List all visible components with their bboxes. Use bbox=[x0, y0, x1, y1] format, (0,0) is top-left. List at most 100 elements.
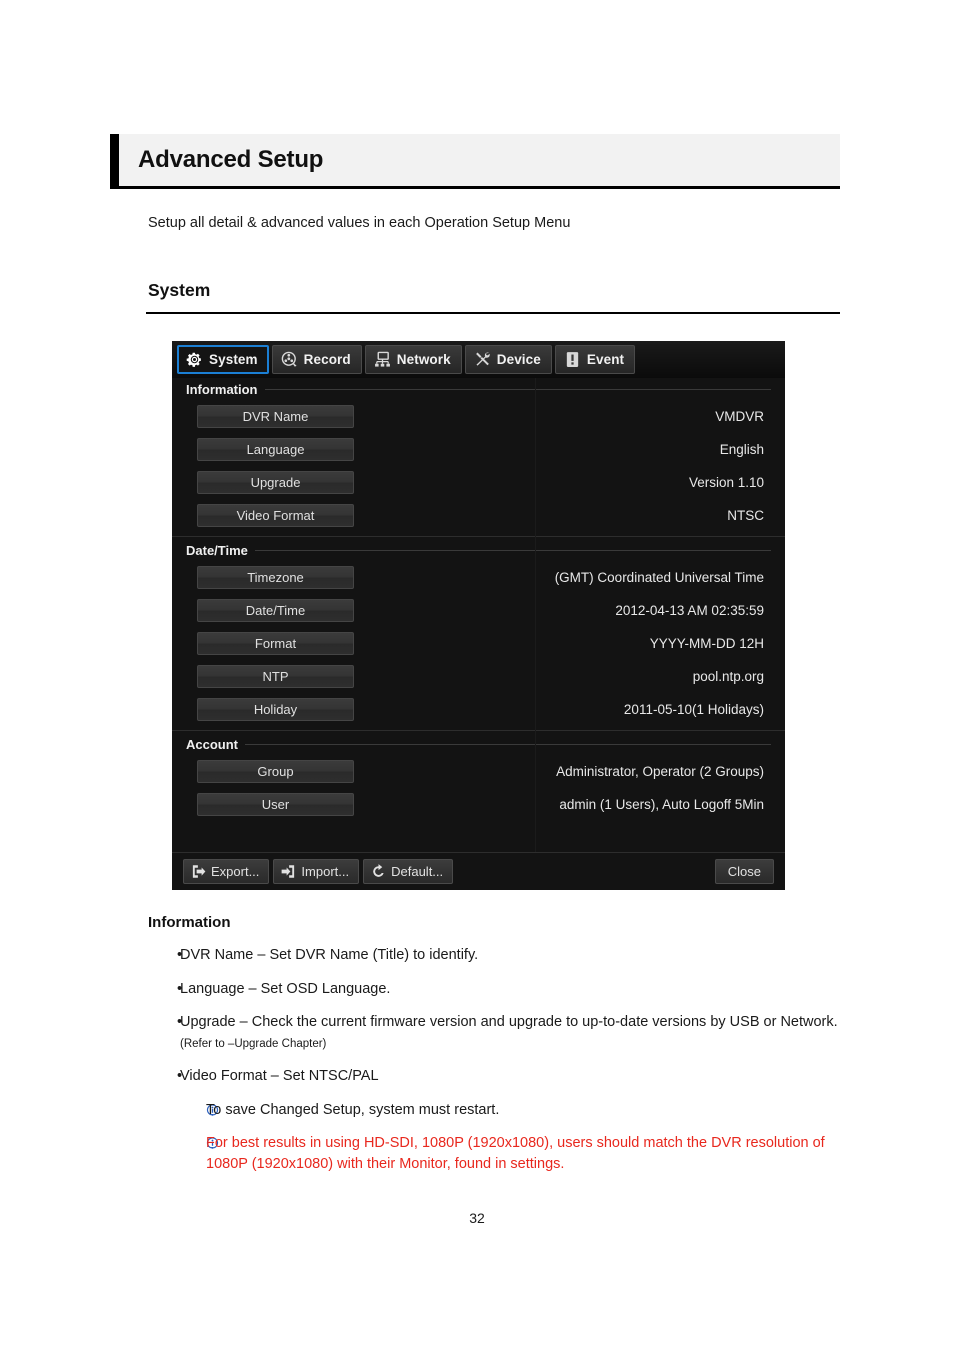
list-item: • Upgrade – Check the current firmware v… bbox=[148, 1012, 848, 1053]
button-label: Default... bbox=[391, 864, 444, 879]
setting-row: DVR Name VMDVR bbox=[172, 400, 785, 433]
setting-row: Holiday 2011-05-10(1 Holidays) bbox=[172, 693, 785, 726]
import-icon bbox=[282, 865, 295, 878]
list-item-main: Upgrade – Check the current firmware ver… bbox=[180, 1014, 838, 1031]
body-content: Information • DVR Name – Set DVR Name (T… bbox=[148, 914, 848, 1187]
alert-icon bbox=[566, 352, 579, 367]
tab-label: System bbox=[209, 352, 258, 367]
setting-row: User admin (1 Users), Auto Logoff 5Min bbox=[172, 788, 785, 821]
tab-network[interactable]: Network bbox=[364, 345, 462, 374]
tab-device[interactable]: Device bbox=[464, 345, 552, 374]
tab-system[interactable]: System bbox=[177, 345, 269, 374]
close-button[interactable]: Close bbox=[714, 859, 774, 884]
setting-value: NTSC bbox=[727, 508, 764, 523]
dvr-tabbar: System Record Network Device Event bbox=[172, 341, 785, 378]
setting-row: Timezone (GMT) Coordinated Universal Tim… bbox=[172, 561, 785, 594]
list-item-text: Language – Set OSD Language. bbox=[180, 980, 391, 997]
import-button[interactable]: Import... bbox=[273, 859, 360, 884]
setting-value: VMDVR bbox=[715, 409, 764, 424]
group-separator bbox=[172, 730, 785, 731]
setting-row: Group Administrator, Operator (2 Groups) bbox=[172, 755, 785, 788]
chapter-accent-bar bbox=[110, 134, 119, 186]
list-item-text: Upgrade – Check the current firmware ver… bbox=[180, 1012, 848, 1053]
note-item-warning: For best results in using HD-SDI, 1080P … bbox=[148, 1133, 848, 1175]
network-icon bbox=[374, 351, 390, 367]
refresh-icon bbox=[373, 864, 384, 877]
group-title: Information bbox=[186, 381, 265, 397]
list-item-text: Video Format – Set NTSC/PAL bbox=[180, 1068, 379, 1085]
bullet-marker: • bbox=[177, 980, 183, 997]
setting-button-timezone[interactable]: Timezone bbox=[197, 566, 354, 589]
default-button[interactable]: Default... bbox=[363, 859, 454, 884]
list-item: • Video Format – Set NTSC/PAL bbox=[148, 1066, 848, 1087]
list-item: • Language – Set OSD Language. bbox=[148, 979, 848, 1000]
setting-value: (GMT) Coordinated Universal Time bbox=[554, 570, 764, 585]
setting-value: admin (1 Users), Auto Logoff 5Min bbox=[559, 797, 764, 812]
page-number: 32 bbox=[469, 1210, 485, 1226]
tab-label: Network bbox=[396, 352, 451, 367]
tab-event[interactable]: Event bbox=[554, 345, 636, 374]
group-separator bbox=[172, 536, 785, 537]
setting-row: Format YYYY-MM-DD 12H bbox=[172, 627, 785, 660]
setting-row: Upgrade Version 1.10 bbox=[172, 466, 785, 499]
setting-button-format[interactable]: Format bbox=[197, 632, 354, 655]
setting-button-group[interactable]: Group bbox=[197, 760, 354, 783]
bullet-marker: • bbox=[177, 1068, 183, 1085]
note-text: For best results in using HD-SDI, 1080P … bbox=[206, 1134, 825, 1172]
group-rule bbox=[264, 388, 771, 390]
section-heading: System bbox=[148, 280, 211, 300]
intro-paragraph: Setup all detail & advanced values in ea… bbox=[148, 215, 571, 231]
setting-button-date-time[interactable]: Date/Time bbox=[197, 599, 354, 622]
setting-value: 2011-05-10(1 Holidays) bbox=[623, 702, 764, 717]
sub-heading: Information bbox=[148, 914, 231, 931]
bullet-marker: • bbox=[177, 947, 183, 963]
note-item: To save Changed Setup, system must resta… bbox=[148, 1100, 848, 1121]
list-item-text: DVR Name – Set DVR Name (Title) to ident… bbox=[180, 947, 479, 963]
export-button[interactable]: Export... bbox=[183, 859, 270, 884]
reel-icon bbox=[281, 351, 297, 367]
list-item: • DVR Name – Set DVR Name (Title) to ide… bbox=[148, 945, 848, 966]
button-label: Export... bbox=[211, 864, 260, 879]
dvr-setup-panel: System Record Network Device Event Infor… bbox=[172, 341, 785, 890]
setting-value: Version 1.10 bbox=[688, 475, 764, 490]
setting-row: Language English bbox=[172, 433, 785, 466]
tab-label: Event bbox=[586, 352, 625, 367]
chapter-banner: Advanced Setup bbox=[110, 134, 840, 189]
tools-icon bbox=[475, 352, 490, 366]
bullet-marker: • bbox=[177, 1014, 183, 1031]
button-label: Import... bbox=[301, 864, 350, 879]
gear-icon bbox=[186, 352, 201, 367]
setting-button-ntp[interactable]: NTP bbox=[197, 665, 354, 688]
document-page: Advanced Setup Setup all detail & advanc… bbox=[0, 0, 954, 1350]
tab-label: Record bbox=[303, 352, 351, 367]
setting-value: pool.ntp.org bbox=[692, 669, 764, 684]
setting-value: English bbox=[719, 442, 764, 457]
setting-row: Video Format NTSC bbox=[172, 499, 785, 532]
group-header-datetime: Date/Time bbox=[172, 539, 785, 561]
group-rule bbox=[245, 743, 771, 745]
dvr-panel-body: Information DVR Name VMDVR Language Engl… bbox=[172, 378, 785, 852]
setting-button-language[interactable]: Language bbox=[197, 438, 354, 461]
group-rule bbox=[254, 549, 771, 551]
setting-value: 2012-04-13 AM 02:35:59 bbox=[615, 603, 764, 618]
setting-button-dvr-name[interactable]: DVR Name bbox=[197, 405, 354, 428]
group-header-account: Account bbox=[172, 733, 785, 755]
group-header-information: Information bbox=[172, 378, 785, 400]
setting-value: Administrator, Operator (2 Groups) bbox=[556, 764, 764, 779]
setting-button-holiday[interactable]: Holiday bbox=[197, 698, 354, 721]
dvr-footer-toolbar: Export... Import... Default... Close bbox=[172, 852, 785, 890]
setting-button-user[interactable]: User bbox=[197, 793, 354, 816]
setting-row: Date/Time 2012-04-13 AM 02:35:59 bbox=[172, 594, 785, 627]
group-title: Account bbox=[186, 736, 245, 752]
setting-row: NTP pool.ntp.org bbox=[172, 660, 785, 693]
setting-button-video-format[interactable]: Video Format bbox=[197, 504, 354, 527]
note-icon-wrap bbox=[148, 1133, 219, 1175]
tab-record[interactable]: Record bbox=[271, 345, 362, 374]
setting-button-upgrade[interactable]: Upgrade bbox=[197, 471, 354, 494]
section-rule bbox=[146, 312, 840, 314]
setting-value: YYYY-MM-DD 12H bbox=[649, 636, 764, 651]
note-text: To save Changed Setup, system must resta… bbox=[206, 1101, 500, 1118]
page-title: Advanced Setup bbox=[138, 146, 324, 173]
export-icon bbox=[192, 865, 206, 878]
group-title: Date/Time bbox=[186, 542, 255, 558]
